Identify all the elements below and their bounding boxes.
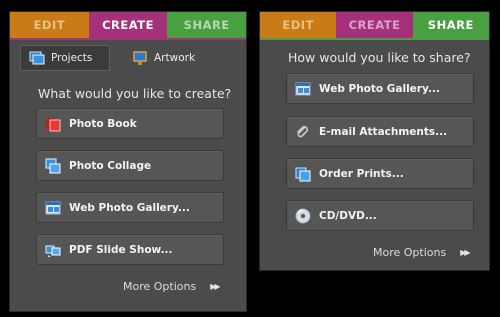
- more-options-link[interactable]: More Options ▶▶: [373, 246, 471, 259]
- order-prints-button[interactable]: Order Prints...: [286, 158, 474, 189]
- mode-tabs: EDIT CREATE SHARE: [260, 12, 489, 38]
- share-web-gallery-label: Web Photo Gallery...: [319, 82, 440, 95]
- web-photo-gallery-button[interactable]: Web Photo Gallery...: [36, 192, 224, 223]
- subtab-artwork[interactable]: Artwork: [124, 45, 203, 71]
- slide-show-icon: [45, 242, 61, 258]
- share-heading: How would you like to share?: [288, 50, 471, 65]
- prints-icon: [295, 166, 311, 182]
- tab-share[interactable]: SHARE: [167, 12, 247, 38]
- email-attachments-button[interactable]: E-mail Attachments...: [286, 116, 474, 147]
- disc-icon: [295, 208, 311, 224]
- tab-edit[interactable]: EDIT: [10, 12, 89, 38]
- web-photo-gallery-label: Web Photo Gallery...: [69, 201, 190, 214]
- photo-collage-label: Photo Collage: [69, 159, 152, 172]
- subtab-projects[interactable]: Projects: [20, 45, 110, 71]
- photo-book-icon: [45, 116, 61, 132]
- tab-edit[interactable]: EDIT: [260, 12, 337, 38]
- create-subtabs: Projects Artwork: [10, 40, 246, 72]
- email-attachments-label: E-mail Attachments...: [319, 125, 448, 138]
- more-options-label: More Options: [123, 280, 197, 293]
- create-panel: EDIT CREATE SHARE Projects Artwork What …: [9, 11, 247, 312]
- create-heading: What would you like to create?: [38, 86, 232, 101]
- more-options-label: More Options: [373, 246, 447, 259]
- order-prints-label: Order Prints...: [319, 167, 404, 180]
- double-arrow-icon: ▶▶: [460, 248, 470, 257]
- tab-create[interactable]: CREATE: [88, 12, 168, 38]
- subtab-projects-label: Projects: [51, 52, 93, 64]
- photo-book-label: Photo Book: [69, 117, 137, 130]
- paperclip-icon: [295, 124, 311, 140]
- web-gallery-icon: [45, 200, 61, 216]
- artwork-icon: [132, 50, 148, 66]
- tab-accent-bar: [260, 38, 489, 40]
- web-gallery-icon: [295, 81, 311, 97]
- pdf-slide-show-label: PDF Slide Show...: [69, 243, 173, 256]
- subtab-artwork-label: Artwork: [154, 52, 196, 64]
- photo-book-button[interactable]: Photo Book: [36, 108, 224, 139]
- more-options-link[interactable]: More Options ▶▶: [123, 280, 221, 293]
- photo-collage-icon: [45, 158, 61, 174]
- share-web-gallery-button[interactable]: Web Photo Gallery...: [286, 73, 474, 104]
- pdf-slide-show-button[interactable]: PDF Slide Show...: [36, 234, 224, 265]
- tab-create[interactable]: CREATE: [336, 12, 413, 38]
- tab-share[interactable]: SHARE: [412, 12, 489, 38]
- cd-dvd-label: CD/DVD...: [319, 209, 377, 222]
- share-panel: EDIT CREATE SHARE How would you like to …: [259, 11, 490, 271]
- mode-tabs: EDIT CREATE SHARE: [10, 12, 247, 38]
- photo-collage-button[interactable]: Photo Collage: [36, 150, 224, 181]
- double-arrow-icon: ▶▶: [210, 282, 220, 291]
- cd-dvd-button[interactable]: CD/DVD...: [286, 200, 474, 231]
- projects-icon: [29, 50, 45, 66]
